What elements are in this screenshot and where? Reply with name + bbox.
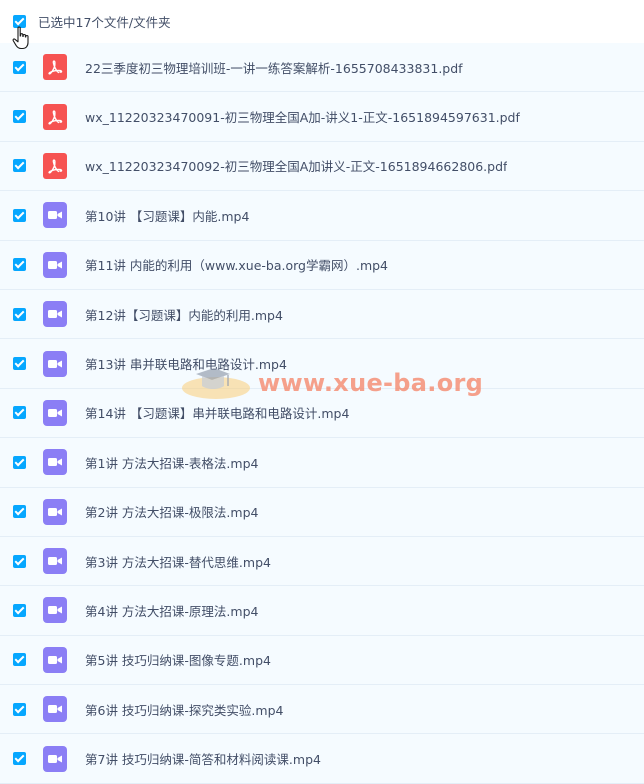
video-icon — [43, 548, 67, 575]
file-row[interactable]: 第14讲 【习题课】串并联电路和电路设计.mp4 — [0, 388, 644, 439]
file-checkbox[interactable] — [13, 603, 26, 617]
file-checkbox[interactable] — [13, 554, 26, 568]
file-name[interactable]: wx_11220323470091-初三物理全国A加-讲义1-正文-165189… — [85, 107, 520, 126]
file-checkbox[interactable] — [13, 702, 26, 716]
file-checkbox[interactable] — [13, 110, 26, 124]
pdf-icon — [43, 54, 67, 81]
file-name[interactable]: 第13讲 串并联电路和电路设计.mp4 — [85, 354, 287, 373]
video-icon — [43, 646, 67, 673]
file-row[interactable]: 第11讲 内能的利用（www.xue-ba.org学霸网）.mp4 — [0, 240, 644, 290]
video-icon — [43, 449, 67, 476]
pdf-icon — [43, 103, 67, 130]
video-icon — [43, 301, 67, 328]
file-checkbox[interactable] — [13, 653, 26, 667]
file-name[interactable]: 第14讲 【习题课】串并联电路和电路设计.mp4 — [85, 403, 349, 422]
file-row[interactable]: 第3讲 方法大招课-替代思维.mp4 — [0, 536, 644, 587]
file-row[interactable]: wx_11220323470091-初三物理全国A加-讲义1-正文-165189… — [0, 92, 644, 142]
selection-header: 已选中17个文件/文件夹 — [0, 0, 644, 50]
video-icon — [43, 498, 67, 525]
file-name[interactable]: 第7讲 技巧归纳课-简答和材料阅读课.mp4 — [85, 749, 321, 768]
file-name[interactable]: 22三季度初三物理培训班-一讲一练答案解析-1655708433831.pdf — [85, 58, 463, 77]
file-checkbox[interactable] — [13, 752, 26, 766]
file-name[interactable]: 第10讲 【习题课】内能.mp4 — [85, 206, 249, 225]
file-row[interactable]: 第2讲 方法大招课-极限法.mp4 — [0, 487, 644, 537]
file-row[interactable]: 第1讲 方法大招课-表格法.mp4 — [0, 438, 644, 488]
video-icon — [43, 251, 67, 278]
file-name[interactable]: wx_11220323470092-初三物理全国A加讲义-正文-16518946… — [85, 156, 507, 175]
file-checkbox[interactable] — [13, 357, 26, 371]
file-checkbox[interactable] — [13, 159, 26, 173]
file-row[interactable]: 第5讲 技巧归纳课-图像专题.mp4 — [0, 635, 644, 686]
video-icon — [43, 696, 67, 723]
file-list: 22三季度初三物理培训班-一讲一练答案解析-1655708433831.pdf w… — [0, 43, 644, 784]
file-checkbox[interactable] — [13, 307, 26, 321]
file-name[interactable]: 第2讲 方法大招课-极限法.mp4 — [85, 502, 258, 521]
video-icon — [43, 202, 67, 229]
file-row[interactable]: 第6讲 技巧归纳课-探究类实验.mp4 — [0, 685, 644, 735]
file-name[interactable]: 第11讲 内能的利用（www.xue-ba.org学霸网）.mp4 — [85, 255, 388, 274]
file-name[interactable]: 第12讲【习题课】内能的利用.mp4 — [85, 305, 283, 324]
file-checkbox[interactable] — [13, 208, 26, 222]
file-name[interactable]: 第4讲 方法大招课-原理法.mp4 — [85, 601, 258, 620]
file-row[interactable]: 第13讲 串并联电路和电路设计.mp4 — [0, 339, 644, 389]
file-row[interactable]: 第7讲 技巧归纳课-简答和材料阅读课.mp4 — [0, 734, 644, 784]
video-icon — [43, 597, 67, 624]
file-row[interactable]: 第12讲【习题课】内能的利用.mp4 — [0, 289, 644, 340]
file-row[interactable]: wx_11220323470092-初三物理全国A加讲义-正文-16518946… — [0, 141, 644, 192]
file-checkbox[interactable] — [13, 258, 26, 272]
pdf-icon — [43, 152, 67, 179]
file-checkbox[interactable] — [13, 505, 26, 519]
file-name[interactable]: 第6讲 技巧归纳课-探究类实验.mp4 — [85, 700, 283, 719]
file-checkbox[interactable] — [13, 60, 26, 74]
file-row[interactable]: 22三季度初三物理培训班-一讲一练答案解析-1655708433831.pdf — [0, 43, 644, 93]
file-name[interactable]: 第1讲 方法大招课-表格法.mp4 — [85, 453, 258, 472]
selection-count-label: 已选中17个文件/文件夹 — [38, 15, 171, 30]
video-icon — [43, 350, 67, 377]
hand-cursor-icon — [12, 26, 29, 50]
file-row[interactable]: 第10讲 【习题课】内能.mp4 — [0, 191, 644, 241]
video-icon — [43, 399, 67, 426]
file-checkbox[interactable] — [13, 455, 26, 469]
file-name[interactable]: 第3讲 方法大招课-替代思维.mp4 — [85, 552, 271, 571]
video-icon — [43, 745, 67, 772]
file-checkbox[interactable] — [13, 406, 26, 420]
file-name[interactable]: 第5讲 技巧归纳课-图像专题.mp4 — [85, 650, 271, 669]
file-row[interactable]: 第4讲 方法大招课-原理法.mp4 — [0, 586, 644, 636]
